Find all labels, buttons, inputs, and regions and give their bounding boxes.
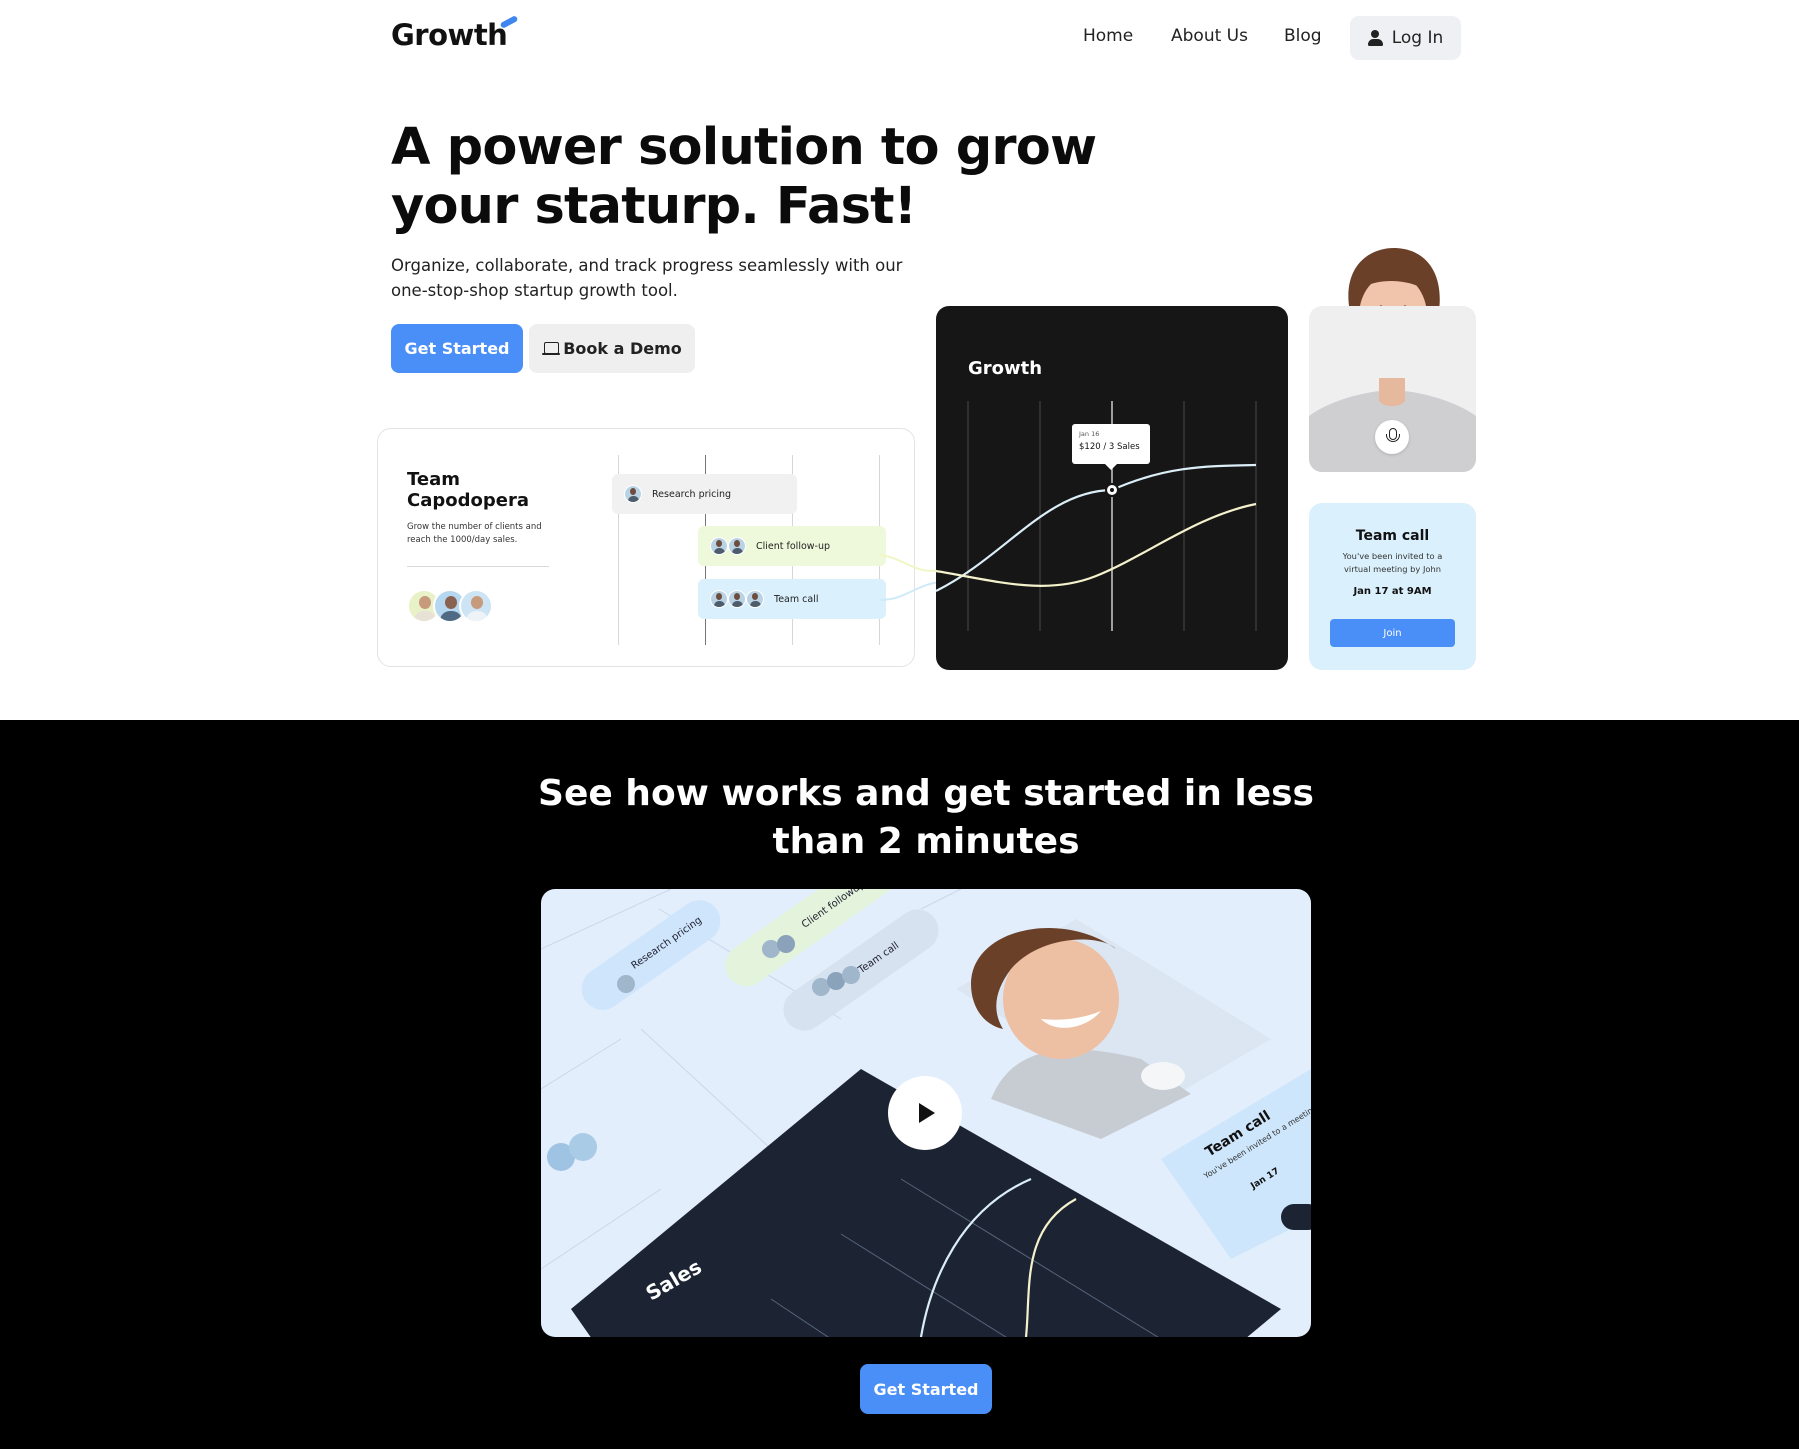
call-title: Team call (1355, 528, 1430, 544)
task-client-follow-up[interactable]: Client follow-up (698, 526, 886, 566)
divider (407, 566, 549, 567)
person-fringe (1361, 271, 1427, 291)
thumb-avatar (617, 975, 635, 993)
team-name: Team Capodopera (407, 469, 529, 511)
tooltip-date: Jan 16 (1079, 430, 1100, 438)
user-icon (1367, 30, 1383, 46)
call-date: Jan 17 at 9AM (1353, 586, 1432, 597)
thumb-avatar (569, 1133, 597, 1161)
connector-line (880, 554, 940, 572)
hero-subtitle: Organize, collaborate, and track progres… (391, 256, 903, 300)
call-description: You've been invited to a virtual meeting… (1342, 551, 1443, 574)
play-icon (919, 1103, 935, 1123)
task-team-call[interactable]: Team call (698, 579, 886, 619)
team-call-card: Team call You've been invited to a virtu… (1309, 503, 1476, 670)
get-started-bottom-button[interactable]: Get Started (860, 1364, 992, 1414)
login-button[interactable]: Log In (1350, 16, 1461, 60)
avatar (624, 485, 642, 503)
thumb-call-join (1281, 1204, 1311, 1230)
avatar (728, 537, 746, 555)
connector-line (880, 581, 940, 601)
get-started-button[interactable]: Get Started (391, 324, 523, 373)
person-head (1348, 248, 1440, 306)
login-label: Log In (1391, 28, 1444, 48)
chart-series-line (936, 463, 1257, 592)
guide-line (541, 1038, 622, 1090)
avatar (710, 537, 728, 555)
video-section-title: See how works and get started in less th… (538, 773, 1314, 862)
play-button[interactable] (888, 1076, 962, 1150)
nav-link-home[interactable]: Home (1083, 26, 1133, 46)
avatar (728, 590, 746, 608)
task-label: Team call (774, 593, 819, 605)
person-face (1359, 274, 1427, 306)
guide-line (640, 1028, 772, 1150)
team-card: Team Capodopera Grow the number of clien… (377, 428, 915, 667)
microphone-icon (1385, 428, 1400, 446)
laptop-icon (542, 342, 561, 355)
logo[interactable]: Growth (391, 18, 508, 52)
book-demo-label: Book a Demo (563, 339, 682, 358)
thumb-mic-badge (1141, 1062, 1185, 1090)
nav-link-blog[interactable]: Blog (1284, 26, 1322, 46)
thumb-avatar (777, 935, 795, 953)
task-connector-lines (880, 554, 940, 601)
join-button[interactable]: Join (1330, 619, 1455, 647)
growth-chart-card: Growth Jan 16 $120 / 3 Sales (936, 306, 1288, 670)
avatar (746, 590, 764, 608)
person-neck (1379, 378, 1405, 407)
chart-highlight-point-core (1110, 488, 1114, 492)
task-research-pricing[interactable]: Research pricing (612, 474, 797, 514)
microphone-button[interactable] (1375, 420, 1409, 454)
team-description: Grow the number of clients and reach the… (407, 522, 542, 545)
chart-tooltip: Jan 16 $120 / 3 Sales (1072, 424, 1150, 470)
thumb-avatar (842, 966, 860, 984)
avatar (459, 589, 493, 623)
book-demo-button[interactable]: Book a Demo (529, 324, 695, 373)
task-label: Client follow-up (756, 540, 831, 552)
tooltip-value: $120 / 3 Sales (1079, 442, 1140, 452)
top-navbar: Growth Home About Us Blog Log In (0, 0, 1799, 75)
avatar (710, 590, 728, 608)
person-hair (1348, 248, 1440, 306)
nav-link-about-us[interactable]: About Us (1171, 26, 1248, 46)
chart-series-line (936, 502, 1257, 587)
hero-title: A power solution to grow your staturp. F… (391, 118, 1097, 236)
guide-line (920, 889, 963, 910)
chart-title: Growth (968, 358, 1043, 379)
task-label: Research pricing (652, 488, 732, 500)
